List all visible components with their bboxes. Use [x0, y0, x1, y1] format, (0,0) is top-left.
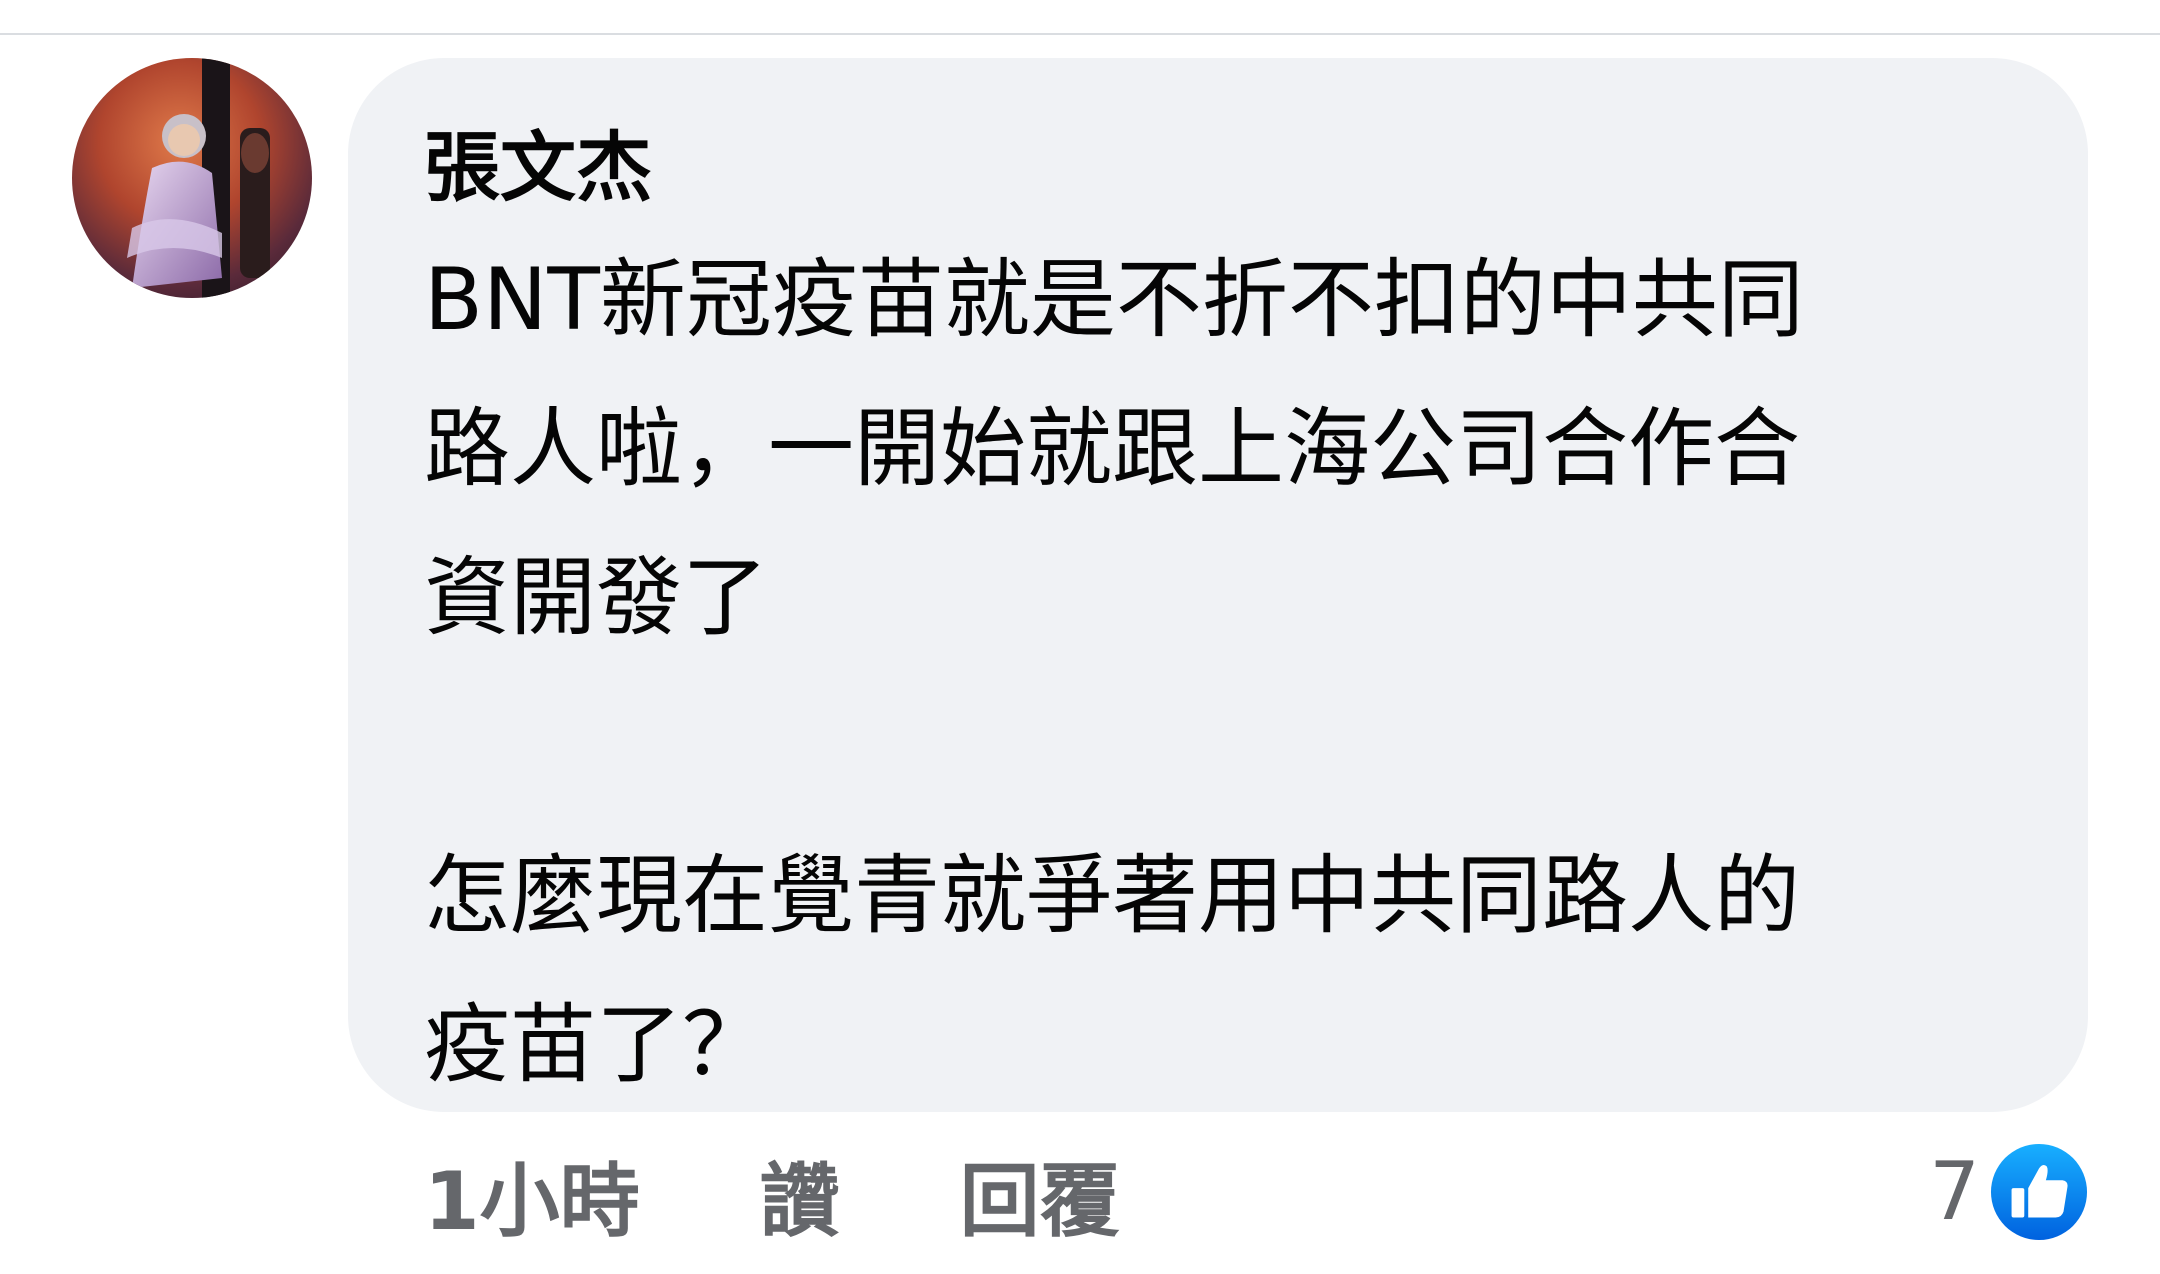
- top-divider: [0, 33, 2160, 35]
- comment-body-text: BNT新冠疫苗就是不折不扣的中共同 路人啦，一開始就跟上海公司合作合 資開發了 …: [424, 250, 1804, 1095]
- reply-button[interactable]: 回覆: [960, 1137, 1120, 1253]
- comment-timestamp[interactable]: 1小時: [424, 1137, 640, 1253]
- author-avatar[interactable]: [72, 58, 312, 298]
- comment-actions: 1小時 讚 回覆: [424, 1140, 1120, 1250]
- comment-view: 張文杰 BNT新冠疫苗就是不折不扣的中共同 路人啦，一開始就跟上海公司合作合 資…: [0, 0, 2160, 1274]
- like-button[interactable]: 讚: [760, 1137, 840, 1253]
- comment-author-name[interactable]: 張文杰: [424, 118, 652, 218]
- avatar-image: [72, 58, 312, 298]
- like-thumb-icon: [1990, 1143, 2088, 1241]
- reaction-count: 7: [1929, 1145, 1980, 1238]
- reaction-summary[interactable]: 7: [1929, 1142, 2088, 1242]
